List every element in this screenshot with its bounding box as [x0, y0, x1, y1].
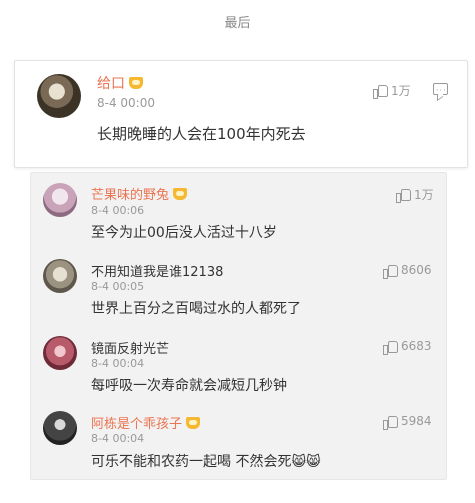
reply-text: 至今为止00后没人活过十八岁	[91, 225, 277, 241]
reply-text: 每呼吸一次寿命就会减短几秒钟	[91, 378, 287, 394]
reply-username[interactable]: 芒果味的野兔	[91, 184, 188, 203]
comment-icon[interactable]: ···	[433, 83, 448, 95]
comment-time: 8-4 00:00	[97, 96, 155, 110]
avatar[interactable]	[37, 74, 81, 118]
username-text[interactable]: 给口	[97, 76, 125, 92]
username-text[interactable]: 阿栋是个乖孩子	[91, 417, 182, 432]
reply-time: 8-4 00:05	[91, 280, 145, 293]
like-count: 1万	[414, 188, 434, 202]
comment-text: 长期晚睡的人会在100年内死去	[97, 125, 306, 143]
vip-crown-icon	[173, 188, 188, 200]
comment-username[interactable]: 给口	[97, 73, 143, 93]
reply-time: 8-4 00:04	[91, 432, 145, 445]
reply-username[interactable]: 镜面反射光芒	[91, 338, 169, 357]
thumb-up-icon	[373, 84, 388, 99]
like-count: 8606	[401, 263, 432, 277]
avatar[interactable]	[43, 336, 77, 370]
like-button[interactable]: 1万	[396, 186, 434, 203]
username-text[interactable]: 芒果味的野兔	[91, 188, 169, 203]
reply-list: 芒果味的野兔 8-4 00:06 至今为止00后没人活过十八岁 1万 不用知道我…	[30, 172, 447, 480]
page-title: 最后	[224, 16, 251, 31]
like-count: 1万	[391, 84, 411, 98]
username-text[interactable]: 不用知道我是谁12138	[91, 265, 223, 280]
like-count: 6683	[401, 339, 432, 353]
like-button[interactable]: 6683	[383, 339, 432, 355]
username-text[interactable]: 镜面反射光芒	[91, 342, 169, 357]
thumb-up-icon	[383, 415, 398, 430]
main-comment-card: 给口 8-4 00:00 长期晚睡的人会在100年内死去 1万 ···	[14, 60, 468, 168]
like-button[interactable]: 8606	[383, 263, 432, 279]
like-button[interactable]: 1万	[373, 82, 411, 99]
reply-time: 8-4 00:06	[91, 204, 145, 217]
avatar[interactable]	[43, 259, 77, 293]
vip-crown-icon	[129, 77, 143, 89]
avatar[interactable]	[43, 183, 77, 217]
reply-username[interactable]: 不用知道我是谁12138	[91, 261, 223, 280]
like-button[interactable]: 5984	[383, 414, 432, 430]
reply-username[interactable]: 阿栋是个乖孩子	[91, 413, 201, 432]
thumb-up-icon	[383, 340, 398, 355]
vip-crown-icon	[186, 417, 201, 429]
like-count: 5984	[401, 414, 432, 428]
thumb-up-icon	[383, 264, 398, 279]
reply-text: 可乐不能和农药一起喝 不然会死😸😸	[91, 451, 321, 471]
thumb-up-icon	[396, 188, 411, 203]
reply-time: 8-4 00:04	[91, 357, 145, 370]
reply-text: 世界上百分之百喝过水的人都死了	[91, 301, 301, 317]
reply-text-body: 可乐不能和农药一起喝 不然会死	[91, 454, 292, 470]
cat-emoji-icon: 😸😸	[291, 454, 321, 470]
avatar[interactable]	[43, 411, 77, 445]
